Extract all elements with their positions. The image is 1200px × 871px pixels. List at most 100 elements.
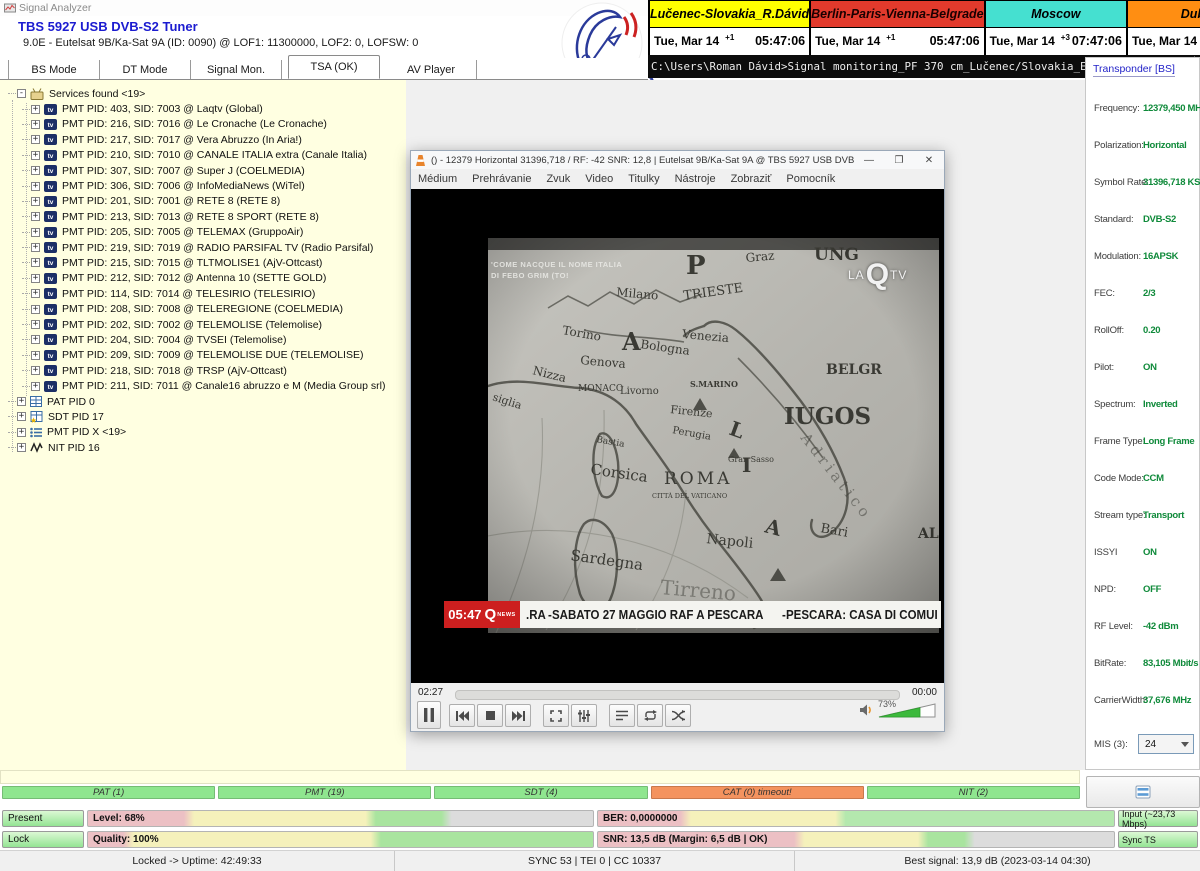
menu-pomocnk[interactable]: Pomocník	[786, 173, 835, 185]
param-standard: Standard: DVB-S2	[1086, 214, 1199, 230]
tree-item-service-13[interactable]: + tv PMT PID: 208, SID: 7008 @ TELEREGIO…	[0, 301, 404, 316]
expand-box-icon[interactable]: +	[31, 320, 40, 329]
param-streamtype: Stream type: Transport	[1086, 510, 1199, 526]
previous-button[interactable]	[449, 704, 475, 727]
seek-slider[interactable]	[455, 690, 900, 700]
expand-box-icon[interactable]: +	[31, 182, 40, 191]
tv-icon: tv	[44, 319, 57, 330]
menu-prehrvanie[interactable]: Prehrávanie	[472, 173, 531, 185]
expand-box-icon[interactable]: +	[31, 274, 40, 283]
tree-item-service-9[interactable]: + tv PMT PID: 219, SID: 7019 @ RADIO PAR…	[0, 240, 404, 255]
expand-box-icon[interactable]: +	[31, 258, 40, 267]
expand-box-icon[interactable]: +	[17, 397, 26, 406]
menu-mdium[interactable]: Médium	[418, 173, 457, 185]
svg-text:tv: tv	[48, 245, 54, 252]
expand-box-icon[interactable]: +	[17, 443, 26, 452]
tree-item-extra-0[interactable]: + PAT PID 0	[0, 394, 404, 409]
expand-box-icon[interactable]: +	[17, 428, 26, 437]
expand-box-icon[interactable]: +	[31, 382, 40, 391]
playlist-button[interactable]	[609, 704, 635, 727]
tab-bs-mode[interactable]: BS Mode	[8, 60, 100, 79]
tree-item-service-14[interactable]: + tv PMT PID: 202, SID: 7002 @ TELEMOLIS…	[0, 317, 404, 332]
tree-item-extra-1[interactable]: + ★ SDT PID 17	[0, 409, 404, 424]
expand-box-icon[interactable]: -	[17, 89, 26, 98]
video-caption: 'COME NACQUE IL NOME ITALIA DI FEBO GRIM…	[491, 259, 622, 281]
tab-signal-mon-[interactable]: Signal Mon.	[191, 60, 282, 79]
vlc-minimize-button[interactable]: —	[854, 151, 884, 169]
stream-record-button[interactable]	[1086, 776, 1200, 808]
menu-zobrazi[interactable]: Zobraziť	[731, 173, 772, 185]
next-button[interactable]	[505, 704, 531, 727]
expand-box-icon[interactable]: +	[31, 305, 40, 314]
tree-item-service-8[interactable]: + tv PMT PID: 205, SID: 7005 @ TELEMAX (…	[0, 225, 404, 240]
sync-ts-indicator: Sync TS	[1118, 831, 1198, 848]
tree-item-service-1[interactable]: + tv PMT PID: 216, SID: 7016 @ Le Cronac…	[0, 117, 404, 132]
menu-video[interactable]: Video	[585, 173, 613, 185]
menu-zvuk[interactable]: Zvuk	[546, 173, 570, 185]
loop-button[interactable]	[637, 704, 663, 727]
expand-box-icon[interactable]: +	[31, 151, 40, 160]
tree-item-extra-3[interactable]: + NIT PID 16	[0, 440, 404, 455]
tree-item-service-3[interactable]: + tv PMT PID: 210, SID: 7010 @ CANALE IT…	[0, 148, 404, 163]
tv-icon: tv	[44, 134, 57, 145]
expand-box-icon[interactable]: +	[31, 366, 40, 375]
vlc-controls: 02:27 00:00	[411, 683, 944, 731]
fullscreen-button[interactable]	[543, 704, 569, 727]
tv-icon: tv	[44, 181, 57, 192]
clock-city: Dubai	[1128, 1, 1200, 28]
expand-box-icon[interactable]: +	[31, 212, 40, 221]
expand-box-icon[interactable]: +	[31, 228, 40, 237]
menu-titulky[interactable]: Titulky	[628, 173, 659, 185]
tree-item-service-5[interactable]: + tv PMT PID: 306, SID: 7006 @ InfoMedia…	[0, 178, 404, 193]
clock-time: Tue, Mar 14+307:47:06	[986, 28, 1126, 54]
expand-box-icon[interactable]: +	[31, 243, 40, 252]
tree-item-service-11[interactable]: + tv PMT PID: 212, SID: 7012 @ Antenna 1…	[0, 271, 404, 286]
tv-icon: tv	[44, 150, 57, 161]
tree-item-services-root[interactable]: - Services found <19>	[0, 86, 404, 101]
tree-item-label: PMT PID: 210, SID: 7010 @ CANALE ITALIA …	[62, 149, 367, 161]
expand-box-icon[interactable]: +	[31, 335, 40, 344]
vlc-maximize-button[interactable]: ❐	[884, 151, 914, 169]
tree-item-service-16[interactable]: + tv PMT PID: 209, SID: 7009 @ TELEMOLIS…	[0, 348, 404, 363]
tree-item-service-15[interactable]: + tv PMT PID: 204, SID: 7004 @ TVSEI (Te…	[0, 332, 404, 347]
param-fec: FEC: 2/3	[1086, 288, 1199, 304]
pause-button[interactable]	[417, 701, 441, 729]
tree-item-service-10[interactable]: + tv PMT PID: 215, SID: 7015 @ TLTMOLISE…	[0, 255, 404, 270]
tree-item-service-4[interactable]: + tv PMT PID: 307, SID: 7007 @ Super J (…	[0, 163, 404, 178]
expand-box-icon[interactable]: +	[31, 351, 40, 360]
tree-item-service-6[interactable]: + tv PMT PID: 201, SID: 7001 @ RETE 8 (R…	[0, 194, 404, 209]
tree-item-extra-2[interactable]: + PMT PID X <19>	[0, 425, 404, 440]
expand-box-icon[interactable]: +	[31, 289, 40, 298]
tree-item-label: PAT PID 0	[47, 396, 95, 408]
shuffle-button[interactable]	[665, 704, 691, 727]
tree-item-service-18[interactable]: + tv PMT PID: 211, SID: 7011 @ Canale16 …	[0, 378, 404, 393]
tree-item-service-2[interactable]: + tv PMT PID: 217, SID: 7017 @ Vera Abru…	[0, 132, 404, 147]
vlc-video-area[interactable]: UNGGrazTRIESTEMilanoPVeneziaTorinoABolog…	[411, 189, 944, 683]
vlc-close-button[interactable]: ✕	[914, 151, 944, 169]
tree-item-service-17[interactable]: + tv PMT PID: 218, SID: 7018 @ TRSP (AjV…	[0, 363, 404, 378]
clock-city: Moscow	[986, 1, 1126, 28]
expand-box-icon[interactable]: +	[31, 135, 40, 144]
menu-nstroje[interactable]: Nástroje	[675, 173, 716, 185]
expand-box-icon[interactable]: +	[31, 120, 40, 129]
statusbar-cell-1: SYNC 53 | TEI 0 | CC 10337	[395, 851, 795, 871]
tree-item-service-7[interactable]: + tv PMT PID: 213, SID: 7013 @ RETE 8 SP…	[0, 209, 404, 224]
tab-tsa-ok-[interactable]: TSA (OK)	[288, 55, 380, 79]
expand-box-icon[interactable]: +	[17, 412, 26, 421]
expand-box-icon[interactable]: +	[31, 105, 40, 114]
tree-item-service-0[interactable]: + tv PMT PID: 403, SID: 7003 @ Laqtv (Gl…	[0, 101, 404, 116]
stop-button[interactable]	[477, 704, 503, 727]
expand-box-icon[interactable]: +	[31, 197, 40, 206]
tab-av-player[interactable]: AV Player	[386, 60, 477, 79]
tree-item-service-12[interactable]: + tv PMT PID: 114, SID: 7014 @ TELESIRIO…	[0, 286, 404, 301]
tree-item-label: PMT PID: 202, SID: 7002 @ TELEMOLISE (Te…	[62, 319, 322, 331]
tab-dt-mode[interactable]: DT Mode	[100, 60, 191, 79]
expand-box-icon[interactable]: +	[31, 166, 40, 175]
volume-control[interactable]: 73%	[858, 701, 936, 718]
equalizer-button[interactable]	[571, 704, 597, 727]
mis-dropdown[interactable]: 24	[1138, 734, 1194, 754]
transponder-panel: Transponder [BS] Frequency: 12379,450 MH…	[1085, 57, 1200, 770]
statusbar-cell-0: Locked -> Uptime: 42:49:33	[0, 851, 395, 871]
speaker-icon	[858, 702, 874, 718]
vlc-titlebar[interactable]: () - 12379 Horizontal 31396,718 / RF: -4…	[411, 151, 944, 169]
